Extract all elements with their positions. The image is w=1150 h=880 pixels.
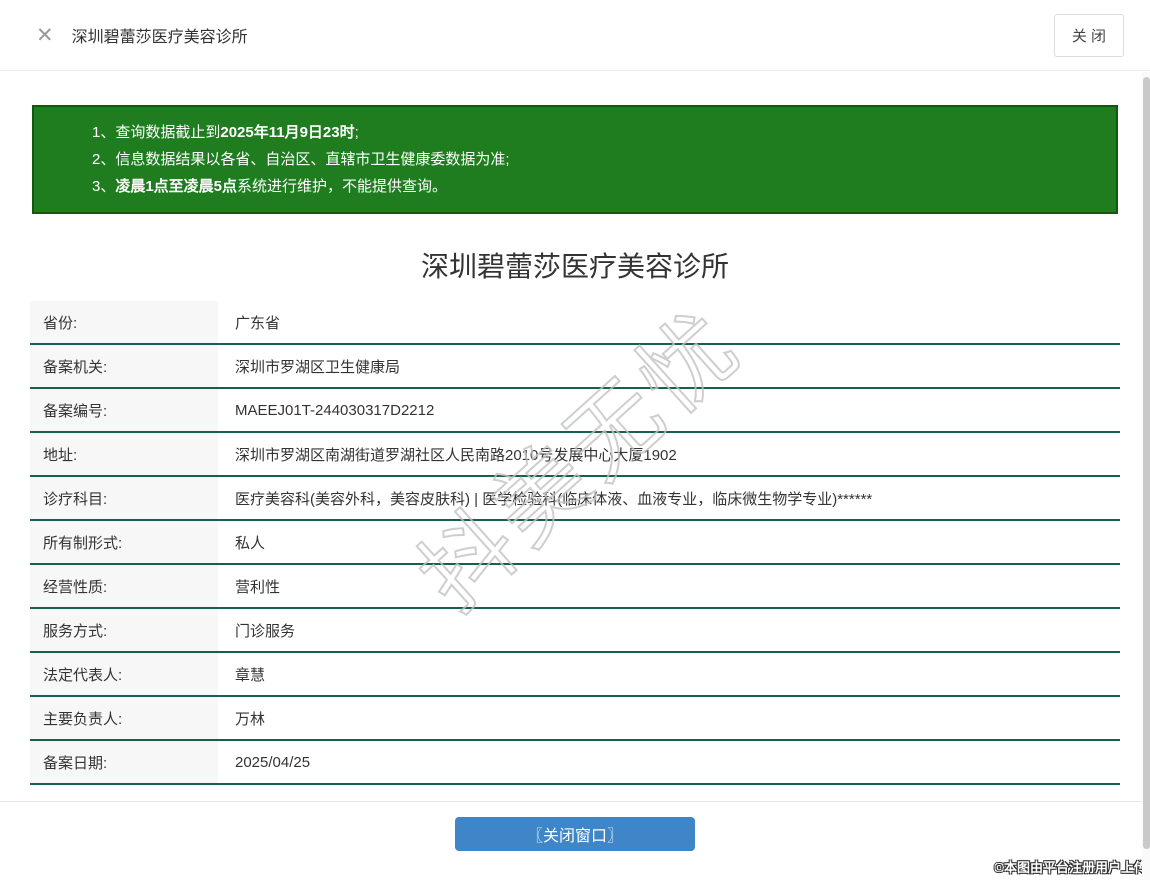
row-value: 营利性 [235, 578, 281, 596]
notice-line-number: 3、 [92, 178, 116, 195]
notice-line-text: ; [354, 124, 359, 141]
page: ✕ 深圳碧蕾莎医疗美容诊所 关 闭 1、查询数据截止到2025年11月9日23时… [0, 0, 1150, 880]
close-icon[interactable]: ✕ [36, 25, 54, 46]
notice-line: 1、查询数据截止到2025年11月9日23时; [92, 119, 1096, 146]
table-row: 地址: 深圳市罗湖区南湖街道罗湖社区人民南路2010号发展中心大厦1902 [30, 433, 1120, 477]
credit-text: ©本图由平台注册用户上传 [994, 860, 1147, 875]
close-window-button[interactable]: 〖关闭窗口〗 [455, 817, 695, 851]
table-row: 主要负责人: 万林 [30, 697, 1120, 741]
table-row: 备案日期: 2025/04/25 [30, 741, 1120, 785]
info-table: 省份: 广东省 备案机关: 深圳市罗湖区卫生健康局 备案编号: MAEEJ01T… [30, 301, 1120, 785]
row-value: 章慧 [235, 666, 266, 684]
notice-line-text: 系统进行维护，不能提供查询。 [237, 178, 448, 195]
row-value: 2025/04/25 [235, 753, 311, 771]
notice-line-text: 查询数据截止到 [115, 124, 221, 141]
row-label: 地址: [30, 433, 218, 475]
row-label: 诊疗科目: [30, 477, 218, 519]
scrollbar-track[interactable] [1142, 72, 1150, 880]
row-label: 备案日期: [30, 741, 218, 783]
window-title: 深圳碧蕾莎医疗美容诊所 [71, 29, 248, 46]
scrollbar-thumb[interactable] [1143, 77, 1150, 849]
row-label: 备案机关: [30, 345, 218, 387]
notice-line: 3、凌晨1点至凌晨5点系统进行维护，不能提供查询。 [92, 173, 1096, 200]
table-row: 经营性质: 营利性 [30, 565, 1120, 609]
row-label: 所有制形式: [30, 521, 218, 563]
table-row: 诊疗科目: 医疗美容科(美容外科，美容皮肤科) | 医学检验科(临床体液、血液专… [30, 477, 1120, 521]
notice-line-number: 2、 [92, 151, 116, 168]
table-row: 备案机关: 深圳市罗湖区卫生健康局 [30, 345, 1120, 389]
row-value: 门诊服务 [235, 622, 296, 640]
row-value: 私人 [235, 534, 266, 552]
close-button[interactable]: 关 闭 [1053, 13, 1124, 57]
notice-line-number: 1、 [92, 124, 116, 141]
row-label: 主要负责人: [30, 697, 218, 739]
table-row: 服务方式: 门诊服务 [30, 609, 1120, 653]
row-value: 深圳市罗湖区卫生健康局 [235, 358, 401, 376]
row-value: 广东省 [235, 314, 281, 332]
section-divider [0, 801, 1150, 802]
row-label: 备案编号: [30, 389, 218, 431]
row-value: MAEEJ01T-244030317D2212 [235, 401, 435, 419]
table-row: 所有制形式: 私人 [30, 521, 1120, 565]
button-area: 〖关闭窗口〗 [0, 817, 1150, 851]
notice-line: 2、信息数据结果以各省、自治区、直辖市卫生健康委数据为准; [92, 146, 1096, 173]
notice-line-text: 信息数据结果以各省、自治区、直辖市卫生健康委数据为准; [115, 151, 510, 168]
clinic-name-title: 深圳碧蕾莎医疗美容诊所 [420, 251, 729, 282]
table-row: 备案编号: MAEEJ01T-244030317D2212 [30, 389, 1120, 433]
header: ✕ 深圳碧蕾莎医疗美容诊所 关 闭 [0, 0, 1150, 71]
table-row: 法定代表人: 章慧 [30, 653, 1120, 697]
row-label: 省份: [30, 301, 218, 343]
notice-line-bold: 凌晨1点至凌晨5点 [115, 178, 238, 195]
row-value: 深圳市罗湖区南湖街道罗湖社区人民南路2010号发展中心大厦1902 [235, 446, 677, 464]
row-label: 服务方式: [30, 609, 218, 651]
row-label: 经营性质: [30, 565, 218, 607]
notice-banner: 1、查询数据截止到2025年11月9日23时; 2、信息数据结果以各省、自治区、… [32, 105, 1118, 214]
table-row: 省份: 广东省 [30, 301, 1120, 345]
row-value: 医疗美容科(美容外科，美容皮肤科) | 医学检验科(临床体液、血液专业，临床微生… [235, 490, 873, 508]
row-value: 万林 [235, 710, 266, 728]
notice-line-bold: 2025年11月9日23时 [220, 124, 355, 141]
row-label: 法定代表人: [30, 653, 218, 695]
